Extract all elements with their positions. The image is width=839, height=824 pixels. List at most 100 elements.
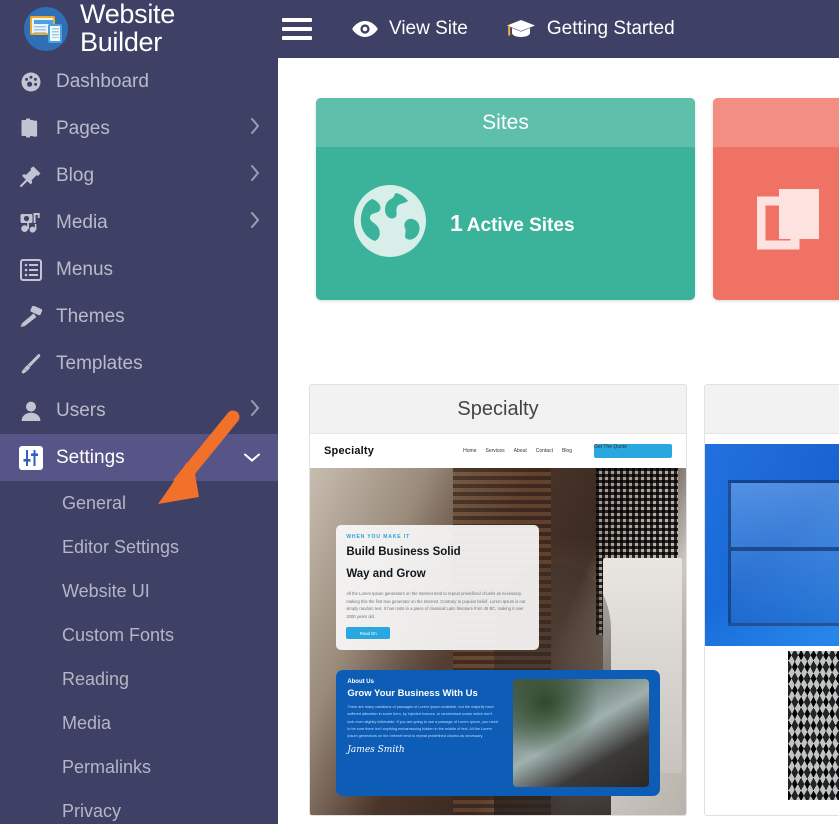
sidebar-subitem-label: Permalinks xyxy=(62,757,151,778)
chevron-down-icon xyxy=(244,447,260,469)
sidebar-item-users[interactable]: Users xyxy=(0,387,278,434)
preview-nav-links: Home Services About Contact Blog Get The… xyxy=(463,444,672,458)
pages-copy-icon xyxy=(14,118,48,140)
preview-hero-eyebrow: WHEN YOU MAKE IT xyxy=(346,534,529,540)
stat-card-header: Sites xyxy=(316,98,695,147)
sidebar-subitem-label: Website UI xyxy=(62,581,150,602)
sidebar: Dashboard Pages Blog xyxy=(0,58,278,824)
sidebar-subitem-label: Privacy xyxy=(62,801,121,822)
sidebar-item-label: Users xyxy=(56,400,106,422)
sidebar-item-label: Themes xyxy=(56,306,125,328)
getting-started-label: Getting Started xyxy=(547,18,675,40)
preview-nav-link: Services xyxy=(485,448,504,454)
stat-card-count-label: Active Sites xyxy=(467,215,575,236)
brand-name-line1: Website xyxy=(80,1,175,29)
sidebar-item-themes[interactable]: Themes xyxy=(0,293,278,340)
stat-card-value: 1Active Sites xyxy=(450,210,575,237)
sidebar-item-settings[interactable]: Settings xyxy=(0,434,278,481)
preview-site-logo: Specialty xyxy=(324,445,374,457)
sidebar-subitem-reading[interactable]: Reading xyxy=(0,657,278,701)
preview-hero-body: All the Lorem Ipsum generators on the In… xyxy=(346,590,529,620)
sidebar-item-menus[interactable]: Menus xyxy=(0,246,278,293)
preview-cta-button: Get The Quote xyxy=(594,444,672,458)
sidebar-subitem-privacy[interactable]: Privacy xyxy=(0,789,278,824)
paintbrush-icon xyxy=(14,353,48,375)
stat-card-sites[interactable]: Sites 1Active Sites xyxy=(316,98,695,300)
graduation-cap-icon xyxy=(506,18,536,40)
sidebar-subitem-label: Custom Fonts xyxy=(62,625,174,646)
sidebar-subitem-editor-settings[interactable]: Editor Settings xyxy=(0,525,278,569)
preview-nav-link: Contact xyxy=(536,448,553,454)
preview-hero-card: WHEN YOU MAKE IT Build Business Solid Wa… xyxy=(336,525,539,650)
user-icon xyxy=(14,400,48,422)
preview-nav-link: Blog xyxy=(562,448,572,454)
camera-music-icon xyxy=(14,212,48,234)
preview-nav-link: Home xyxy=(463,448,476,454)
page-title: Website Builder xyxy=(80,1,175,56)
sidebar-item-label: Pages xyxy=(56,118,110,140)
stat-card-count: 1 xyxy=(450,210,463,236)
sidebar-item-label: Settings xyxy=(56,447,125,469)
preview-hero-heading-2: Way and Grow xyxy=(346,566,529,584)
speedometer-icon xyxy=(14,71,48,93)
getting-started-button[interactable]: Getting Started xyxy=(506,18,675,40)
template-name: Define xyxy=(705,385,839,434)
preview-about-photo xyxy=(513,679,649,787)
main-content: Sites 1Active Sites xyxy=(278,58,839,824)
stat-card-body: 1Active Sites xyxy=(316,147,695,300)
top-nav: View Site Getting Started xyxy=(352,18,675,40)
sidebar-item-pages[interactable]: Pages xyxy=(0,105,278,152)
pin-icon xyxy=(14,165,48,187)
sidebar-subitem-website-ui[interactable]: Website UI xyxy=(0,569,278,613)
monitor-tablet-icon xyxy=(24,7,68,51)
sidebar-item-label: Media xyxy=(56,212,108,234)
sidebar-item-label: Menus xyxy=(56,259,113,281)
top-bar: Website Builder View Site xyxy=(0,0,839,58)
chevron-right-icon xyxy=(250,165,260,187)
stat-card-title: Sites xyxy=(482,111,529,135)
preview-about-eyebrow: About Us xyxy=(347,679,498,685)
preview-nav-link: About xyxy=(514,448,527,454)
preview-hero-button: Read On xyxy=(346,627,390,639)
sidebar-item-blog[interactable]: Blog xyxy=(0,152,278,199)
hamburger-menu-icon[interactable] xyxy=(282,18,312,40)
chevron-right-icon xyxy=(250,212,260,234)
sidebar-subitem-permalinks[interactable]: Permalinks xyxy=(0,745,278,789)
view-site-label: View Site xyxy=(389,18,468,40)
sliders-icon xyxy=(14,446,48,470)
template-name: Specialty xyxy=(310,385,686,434)
sidebar-item-templates[interactable]: Templates xyxy=(0,340,278,387)
stat-card-pages[interactable] xyxy=(713,98,839,300)
brand[interactable]: Website Builder xyxy=(0,1,278,56)
preview-about-heading: Grow Your Business With Us xyxy=(347,688,498,699)
sidebar-subitem-media[interactable]: Media xyxy=(0,701,278,745)
template-card-define[interactable]: Define Define Make xyxy=(704,384,839,816)
preview-about-section: About Us Grow Your Business With Us Ther… xyxy=(336,670,659,796)
chevron-right-icon xyxy=(250,118,260,140)
sidebar-subitem-custom-fonts[interactable]: Custom Fonts xyxy=(0,613,278,657)
paint-roller-icon xyxy=(14,306,48,328)
template-preview: Specialty Home Services About Contact Bl… xyxy=(310,434,686,815)
preview-hero-image: Define Make xyxy=(705,444,839,646)
sidebar-subitem-label: General xyxy=(62,493,126,514)
sidebar-subitem-general[interactable]: General xyxy=(0,481,278,525)
sidebar-item-label: Dashboard xyxy=(56,71,149,93)
sidebar-item-dashboard[interactable]: Dashboard xyxy=(0,58,278,105)
template-card-specialty[interactable]: Specialty Specialty Home Services About … xyxy=(309,384,687,816)
brand-name-line2: Builder xyxy=(80,29,175,57)
preview-about-signature: James Smith xyxy=(347,745,498,755)
preview-site-nav: Specialty Home Services About Contact Bl… xyxy=(310,434,686,468)
stat-card-header xyxy=(713,98,839,147)
stat-cards-row: Sites 1Active Sites xyxy=(316,98,839,300)
chevron-right-icon xyxy=(250,400,260,422)
view-site-button[interactable]: View Site xyxy=(352,18,468,40)
sidebar-subitem-label: Media xyxy=(62,713,111,734)
preview-hero-heading-1: Build Business Solid xyxy=(346,544,529,562)
sidebar-item-media[interactable]: Media xyxy=(0,199,278,246)
stat-card-body xyxy=(713,147,839,300)
app-root: Website Builder View Site xyxy=(0,0,839,824)
preview-about-body: There are many variations of passages of… xyxy=(347,704,498,740)
sidebar-item-label: Templates xyxy=(56,353,143,375)
preview-secondary-photo xyxy=(788,651,839,800)
template-preview: Define Make xyxy=(705,434,839,815)
